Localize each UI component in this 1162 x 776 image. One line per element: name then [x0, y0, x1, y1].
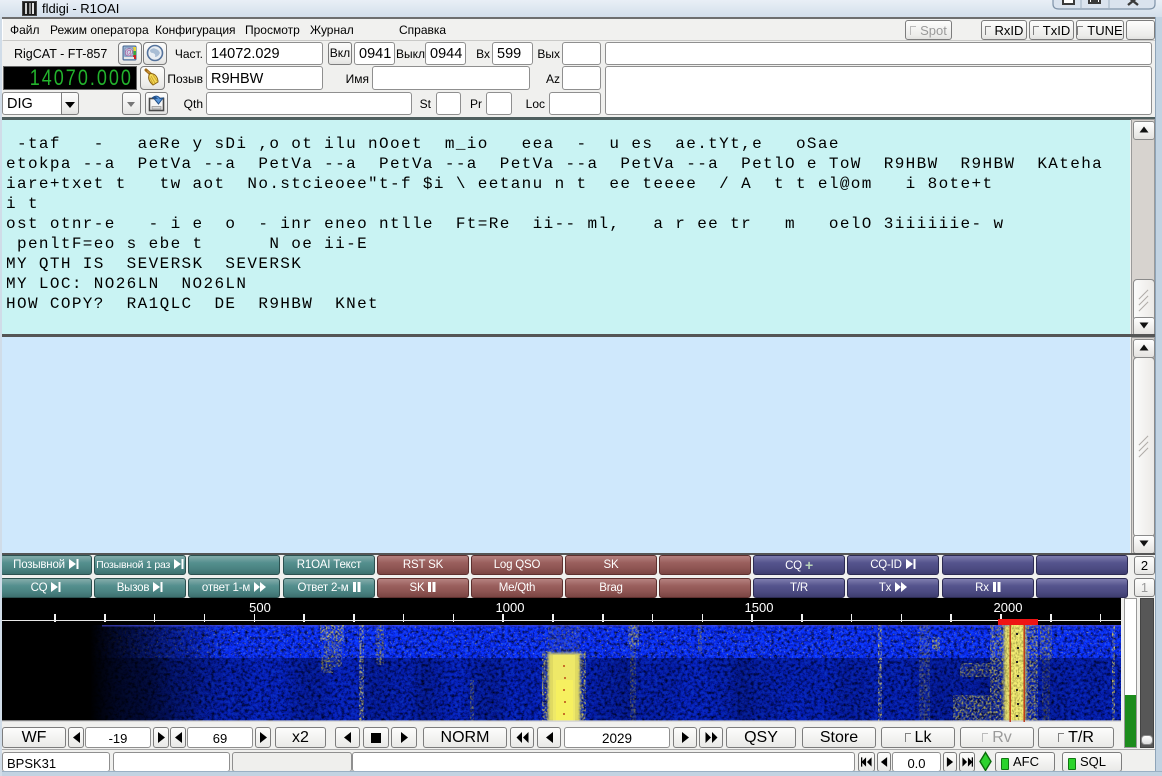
svg-text:@: @	[124, 47, 133, 57]
